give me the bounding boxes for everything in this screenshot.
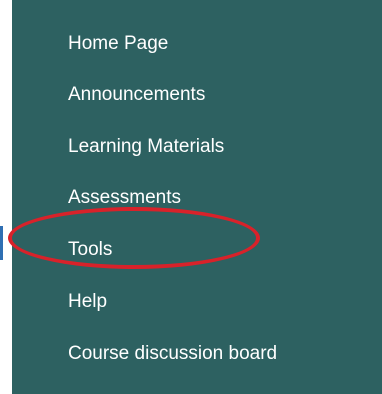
menu-link-tools[interactable]: Tools [68,239,112,260]
course-menu: Home Page Announcements Learning Materia… [12,0,382,394]
screenshot-stage: Home Page Announcements Learning Materia… [0,0,382,394]
menu-link-assessments[interactable]: Assessments [68,187,181,208]
menu-link-announcements[interactable]: Announcements [68,84,205,105]
menu-item-help[interactable]: Help [68,287,107,317]
menu-item-tools[interactable]: Tools [68,235,112,265]
left-edge-marker [0,226,3,260]
menu-link-course-discussion-board[interactable]: Course discussion board [68,343,277,364]
menu-link-help[interactable]: Help [68,291,107,312]
menu-item-learning-materials[interactable]: Learning Materials [68,132,224,162]
menu-item-course-discussion-board[interactable]: Course discussion board [68,339,277,369]
menu-link-home-page[interactable]: Home Page [68,33,168,54]
menu-item-announcements[interactable]: Announcements [68,80,205,110]
menu-item-assessments[interactable]: Assessments [68,183,181,213]
menu-item-home-page[interactable]: Home Page [68,29,168,59]
menu-link-learning-materials[interactable]: Learning Materials [68,136,224,157]
